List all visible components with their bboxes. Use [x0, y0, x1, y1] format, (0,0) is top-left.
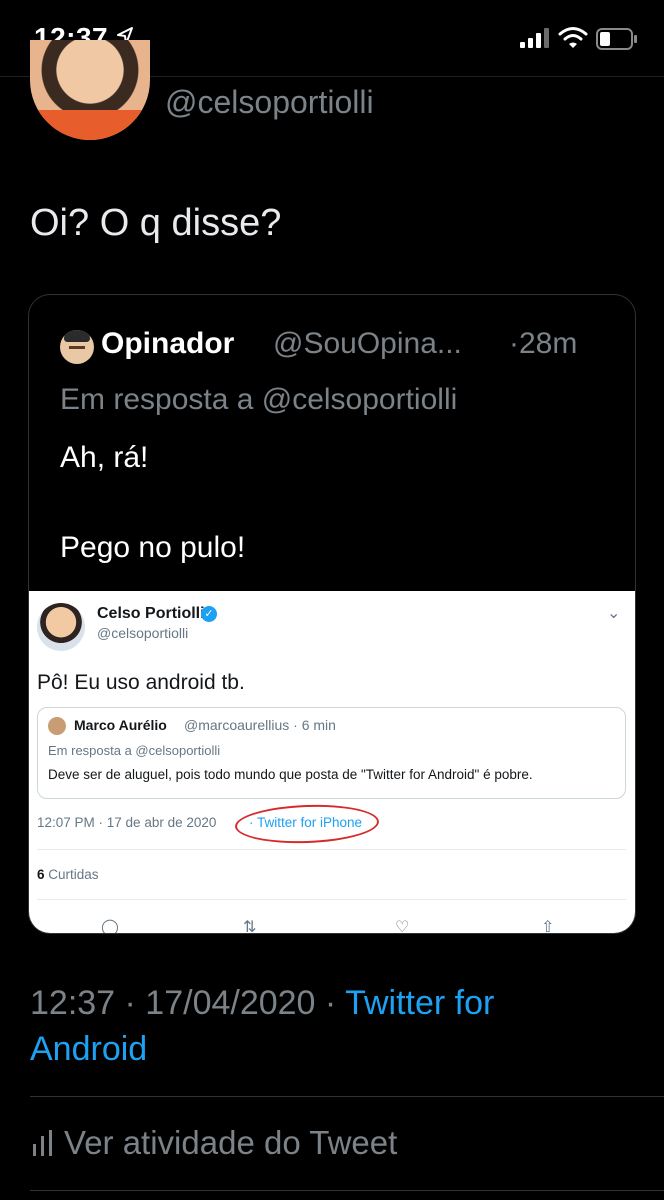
quoted-avatar — [60, 330, 94, 364]
divider — [30, 1190, 664, 1191]
quoted-author-name: Opinador — [101, 327, 235, 360]
quoted-text-line2: Pego no pulo! — [60, 531, 246, 564]
embedded-quote-name: Marco Aurélio — [74, 717, 167, 733]
divider — [30, 1096, 664, 1097]
embedded-author-handle: @celsoportiolli — [97, 625, 189, 641]
embedded-quote-avatar — [48, 717, 66, 735]
battery-icon — [596, 28, 637, 50]
tweet-timestamp: 12:37 · 17/04/2020 · Twitter for — [30, 984, 495, 1022]
avatar[interactable] — [30, 40, 150, 140]
view-activity-link[interactable]: Ver atividade do Tweet — [64, 1124, 397, 1162]
tweet-source[interactable]: Twitter for — [345, 984, 494, 1022]
embedded-screenshot[interactable]: Celso Portiolli ✓ @celsoportiolli ⌄ Pô! … — [29, 591, 635, 934]
chevron-down-icon: ⌄ — [607, 605, 621, 622]
embedded-tweet-text: Pô! Eu uso android tb. — [37, 671, 245, 694]
quoted-timestamp: ·28m — [509, 327, 578, 360]
like-icon: ♡ — [395, 919, 410, 934]
embedded-quote-handle: @marcoaurellius · 6 min — [184, 717, 336, 733]
signal-icon — [520, 28, 549, 48]
red-circle-annotation — [234, 802, 380, 846]
embedded-quote-text: Deve ser de aluguel, pois todo mundo que… — [48, 767, 533, 782]
embedded-avatar — [37, 603, 85, 651]
reply-icon: ◯ — [101, 919, 119, 934]
tweet-text: Oi? O q disse? — [30, 202, 282, 244]
embedded-quote-box: Marco Aurélio @marcoaurellius · 6 min Em… — [37, 707, 626, 799]
author-handle[interactable]: @celsoportiolli — [165, 84, 374, 121]
verified-icon: ✓ — [201, 606, 217, 622]
embedded-likes: 6 Curtidas — [37, 867, 99, 882]
embedded-divider — [37, 849, 626, 850]
retweet-icon: ⇅ — [243, 919, 257, 934]
embedded-divider — [37, 899, 626, 900]
embedded-timestamp: 12:07 PM · 17 de abr de 2020 — [37, 815, 217, 830]
quoted-author-handle: @SouOpina... — [273, 327, 462, 360]
tweet-source-continued[interactable]: Android — [30, 1030, 147, 1069]
quoted-tweet-card[interactable]: Opinador @SouOpina... ·28m Em resposta a… — [28, 294, 636, 934]
quoted-reply-to: Em resposta a @celsoportiolli — [60, 383, 458, 416]
bar-chart-icon — [33, 1130, 52, 1156]
quoted-text-line1: Ah, rá! — [60, 441, 149, 474]
embedded-author-name: Celso Portiolli — [97, 605, 205, 622]
share-icon: ⇧ — [541, 919, 555, 934]
embedded-quote-reply-to: Em resposta a @celsoportiolli — [48, 743, 221, 758]
wifi-icon — [558, 27, 588, 48]
